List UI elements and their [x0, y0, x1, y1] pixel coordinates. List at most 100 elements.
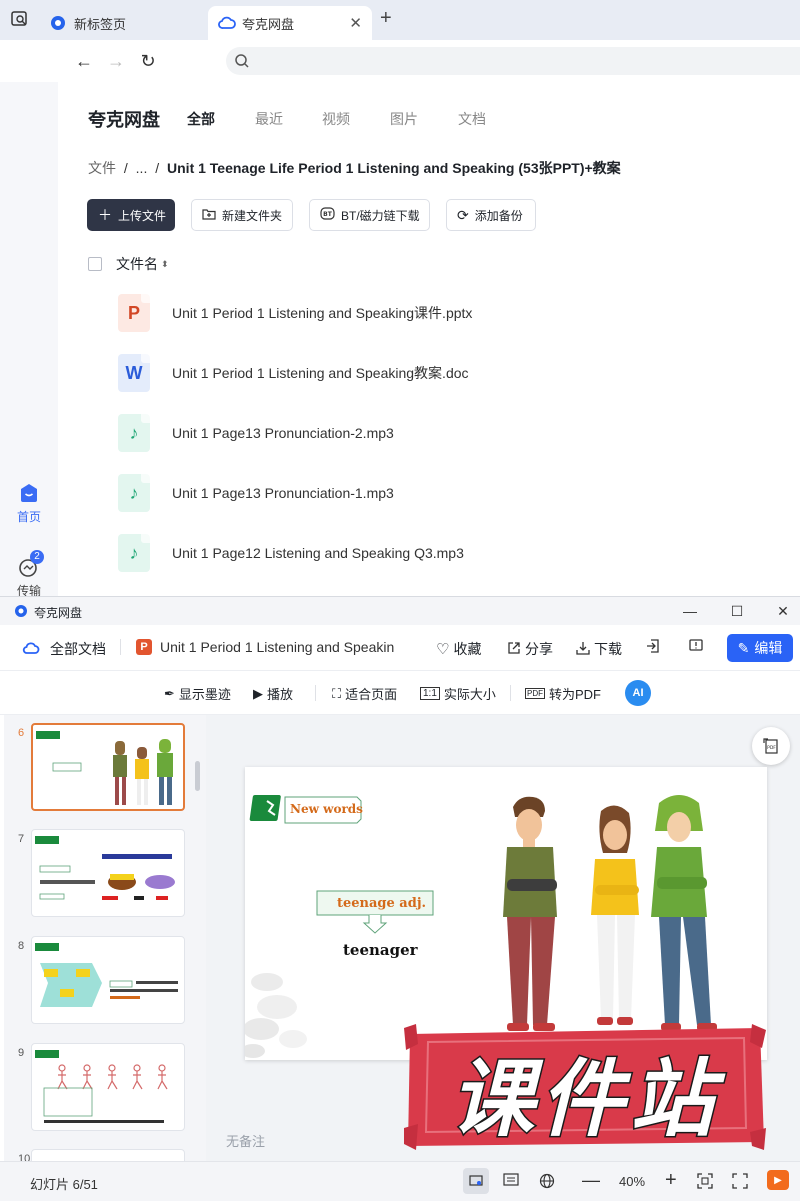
- tab-new-tab[interactable]: 新标签页: [40, 6, 205, 40]
- fit-icon: ⛶: [332, 685, 342, 701]
- slideshow-play-icon[interactable]: ▶: [767, 1170, 789, 1190]
- breadcrumb: 文件 / ... / Unit 1 Teenage Life Period 1 …: [88, 160, 621, 176]
- forward-icon[interactable]: →: [104, 49, 128, 73]
- feather-icon: ✒: [164, 685, 175, 701]
- slide-counter: 幻灯片 6/51: [30, 1177, 98, 1192]
- folder-plus-icon: [202, 207, 216, 223]
- all-documents-link[interactable]: 全部文档: [22, 639, 106, 659]
- open-external-icon[interactable]: [646, 639, 660, 653]
- maximize-icon[interactable]: ☐: [727, 601, 747, 621]
- file-row[interactable]: W Unit 1 Period 1 Listening and Speaking…: [118, 343, 768, 403]
- web-view-icon[interactable]: [539, 1173, 555, 1192]
- tab-document[interactable]: 文档: [458, 109, 486, 129]
- address-bar[interactable]: [226, 47, 800, 75]
- pdf-convert-float-icon[interactable]: PDF: [752, 727, 790, 765]
- zoom-level: 40%: [619, 1174, 646, 1189]
- slide-thumbnail[interactable]: [31, 829, 185, 917]
- slide-thumbnail[interactable]: [31, 723, 185, 811]
- file-name[interactable]: Unit 1 Period 1 Listening and Speaking教案…: [172, 363, 469, 383]
- play-icon: ▶: [253, 685, 263, 701]
- share-icon: [507, 641, 521, 658]
- column-filename[interactable]: 文件名: [116, 254, 158, 274]
- minimize-icon[interactable]: —: [680, 601, 700, 621]
- close-window-icon[interactable]: ✕: [773, 601, 793, 621]
- zoom-out-icon[interactable]: —: [582, 1170, 600, 1191]
- viewer-toolbar: ✒ 显示墨迹 ▶ 播放 ⛶ 适合页面 1:1 实际大小 PDF 转为PDF: [0, 671, 800, 715]
- breadcrumb-root[interactable]: 文件: [88, 160, 116, 176]
- share-button[interactable]: 分享: [507, 639, 553, 659]
- file-name[interactable]: Unit 1 Page13 Pronunciation-2.mp3: [172, 425, 394, 441]
- slide-sorter-icon[interactable]: [503, 1173, 519, 1190]
- normal-view-icon[interactable]: [463, 1168, 489, 1194]
- slide-thumbnail[interactable]: [31, 1043, 185, 1131]
- tab-quark-pan[interactable]: 夸克网盘 ✕: [208, 6, 372, 40]
- breadcrumb-ellipsis[interactable]: ...: [136, 160, 148, 176]
- slide-term: teenage adj.: [337, 896, 427, 911]
- convert-pdf-button[interactable]: PDF 转为PDF: [525, 684, 601, 703]
- fit-page-button[interactable]: ⛶ 适合页面: [332, 684, 397, 703]
- tab-all[interactable]: 全部: [187, 109, 215, 129]
- file-row[interactable]: ♪ Unit 1 Page13 Pronunciation-2.mp3: [118, 403, 768, 463]
- tab-recent[interactable]: 最近: [255, 109, 283, 129]
- document-title: P Unit 1 Period 1 Listening and Speakin: [136, 639, 412, 655]
- file-row[interactable]: ♪ Unit 1 Page12 Listening and Speaking Q…: [118, 523, 768, 583]
- tab-search-icon[interactable]: [10, 9, 30, 29]
- rail-item-transfer[interactable]: 2 传输: [0, 550, 58, 599]
- audio-file-icon: ♪: [118, 474, 150, 512]
- rail-home-label: 首页: [16, 510, 41, 524]
- cloud-icon: [218, 15, 236, 31]
- bt-icon: BT: [320, 207, 335, 223]
- sync-icon: ⟳: [457, 206, 469, 223]
- new-words-badge: New words: [290, 802, 363, 816]
- refresh-icon[interactable]: ↻: [136, 49, 160, 73]
- upload-button[interactable]: ＋ 上传文件: [87, 199, 175, 231]
- file-list-header: 文件名 ⬍: [88, 254, 169, 274]
- slide-number: 7: [18, 833, 25, 845]
- word-file-icon: W: [118, 354, 150, 392]
- slide-number: 10: [18, 1153, 31, 1161]
- zoom-in-icon[interactable]: +: [665, 1169, 677, 1192]
- breadcrumb-current: Unit 1 Teenage Life Period 1 Listening a…: [167, 160, 621, 176]
- ai-assistant-button[interactable]: AI: [625, 680, 651, 706]
- tab-image[interactable]: 图片: [390, 109, 418, 129]
- edit-button[interactable]: ✎ 编辑: [727, 634, 793, 662]
- favorite-button[interactable]: ♡ 收藏: [436, 639, 481, 659]
- actual-size-button[interactable]: 1:1 实际大小: [420, 684, 496, 703]
- file-name[interactable]: Unit 1 Page12 Listening and Speaking Q3.…: [172, 545, 464, 561]
- new-folder-button[interactable]: 新建文件夹: [191, 199, 293, 231]
- side-rail: 首页 2 传输: [0, 82, 58, 602]
- back-icon[interactable]: ←: [72, 49, 96, 73]
- bt-download-button[interactable]: BT BT/磁力链下载: [309, 199, 430, 231]
- fit-window-icon[interactable]: [697, 1173, 713, 1192]
- sort-icon[interactable]: ⬍: [161, 259, 169, 270]
- viewer-title-bar: 夸克网盘 — ☐ ✕: [0, 597, 800, 625]
- close-tab-icon[interactable]: ✕: [349, 14, 362, 32]
- feedback-icon[interactable]: [689, 639, 703, 653]
- file-row[interactable]: P Unit 1 Period 1 Listening and Speaking…: [118, 283, 768, 343]
- thumbnail-scrollbar[interactable]: [195, 761, 200, 791]
- heart-icon: ♡: [436, 641, 450, 658]
- show-ink-button[interactable]: ✒ 显示墨迹: [164, 684, 231, 703]
- new-tab-button[interactable]: +: [380, 7, 392, 30]
- home-icon: [18, 482, 40, 504]
- play-button[interactable]: ▶ 播放: [253, 684, 293, 703]
- fullscreen-icon[interactable]: [732, 1173, 748, 1192]
- file-name[interactable]: Unit 1 Page13 Pronunciation-1.mp3: [172, 485, 394, 501]
- download-button[interactable]: 下载: [576, 639, 622, 659]
- viewer-window-title: 夸克网盘: [34, 606, 83, 620]
- slide-thumbnail[interactable]: [31, 936, 185, 1024]
- select-all-checkbox[interactable]: [88, 257, 102, 271]
- one-to-one-icon: 1:1: [420, 687, 440, 700]
- rail-item-home[interactable]: 首页: [0, 482, 58, 525]
- file-row[interactable]: ♪ Unit 1 Page13 Pronunciation-1.mp3: [118, 463, 768, 523]
- tab-label: 新标签页: [74, 16, 127, 32]
- transfer-icon: 2: [18, 550, 44, 578]
- plus-icon: ＋: [98, 207, 112, 223]
- add-backup-button[interactable]: ⟳ 添加备份: [446, 199, 536, 231]
- slide-thumbnail[interactable]: [31, 1149, 185, 1161]
- divider: [120, 639, 121, 655]
- file-name[interactable]: Unit 1 Period 1 Listening and Speaking课件…: [172, 303, 472, 323]
- viewer-header: 全部文档 P Unit 1 Period 1 Listening and Spe…: [0, 625, 800, 671]
- tab-video[interactable]: 视频: [322, 109, 350, 129]
- slide-notes[interactable]: 无备注: [226, 1131, 265, 1150]
